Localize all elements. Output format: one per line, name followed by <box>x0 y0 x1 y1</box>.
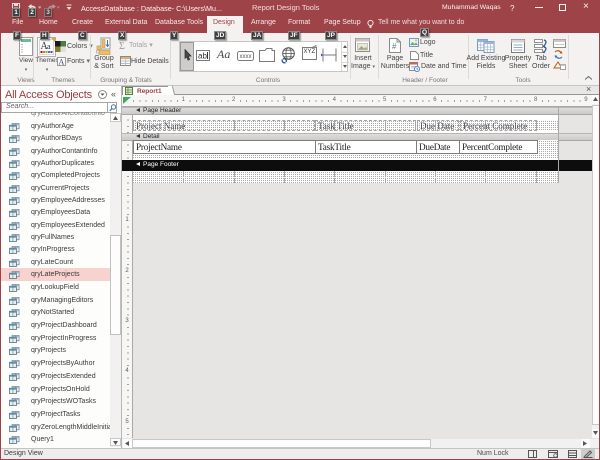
svg-text:ab: ab <box>198 52 207 61</box>
svg-text:xxxx: xxxx <box>240 54 252 60</box>
svg-text:#: # <box>392 42 397 51</box>
svg-text:XYZ: XYZ <box>304 49 316 55</box>
svg-text:Σ: Σ <box>119 41 125 50</box>
svg-text:A: A <box>59 58 65 67</box>
svg-text:a: a <box>47 42 51 51</box>
